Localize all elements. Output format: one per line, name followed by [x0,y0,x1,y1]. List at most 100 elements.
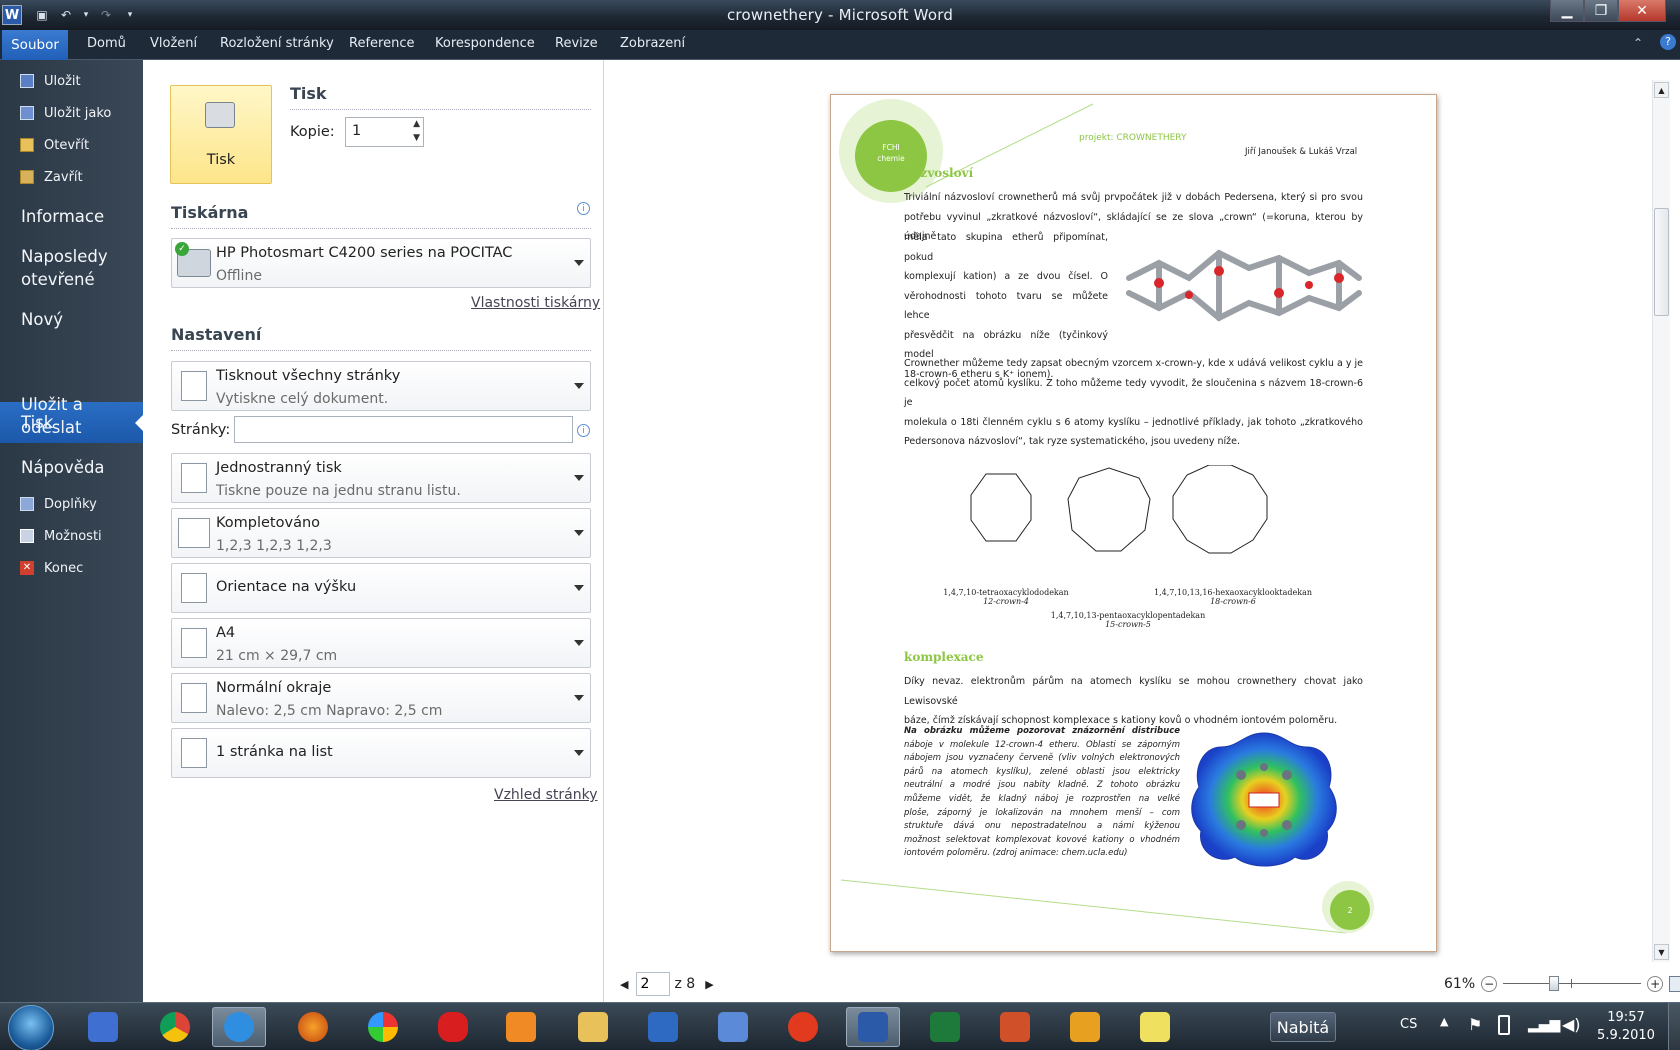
tab-review[interactable]: Revize [555,36,598,51]
zoom-slider[interactable] [1501,976,1643,992]
tab-file[interactable]: Soubor [2,30,68,60]
close-button[interactable]: ✕ [1618,0,1666,22]
page-number-input[interactable] [636,972,671,996]
start-button[interactable] [8,1005,54,1050]
chevron-down-icon [574,530,584,541]
decrement-icon[interactable]: ▼ [413,133,420,143]
nav-save[interactable]: Uložit [20,70,81,92]
minimize-button[interactable]: ▁ [1550,0,1584,22]
previous-page-icon[interactable]: ◀ [620,978,628,991]
nav-exit[interactable]: ✕ Konec [20,557,83,579]
taskbar-picasa[interactable] [356,1007,410,1047]
show-desktop-button[interactable] [1668,1003,1680,1050]
scroll-up-icon[interactable]: ▲ [1654,82,1669,98]
clock[interactable]: 19:57 5.9.2010 [1596,1009,1656,1045]
paragraph-complexation: Díky nevaz. elektronům párům na atomech … [904,672,1363,731]
page-setup-link[interactable]: Vzhled stránky [494,787,598,803]
next-page-icon[interactable]: ▶ [705,978,713,991]
taskbar-outlook[interactable] [1058,1007,1112,1047]
printer-dropdown[interactable]: ✓ HP Photosmart C4200 series na POCITAC … [171,238,591,288]
nav-options[interactable]: Možnosti [20,525,102,547]
zoom-in-icon[interactable]: + [1647,976,1664,992]
nav-save-label: Uložit [44,73,81,89]
nav-recent-label-1: Naposledy [21,247,108,266]
restore-button[interactable]: ❐ [1584,0,1618,22]
tab-references[interactable]: Reference [349,36,414,51]
text-line: molekula o 18ti členném cyklu s 6 atomy … [904,416,1363,428]
tab-view[interactable]: Zobrazení [620,36,685,51]
logo-top-text: FCHI [882,143,900,152]
copies-value: 1 [352,123,362,139]
remote-desktop-icon [88,1012,118,1042]
nav-info[interactable]: Informace [21,205,104,228]
excel-icon [930,1012,960,1042]
minimize-ribbon-icon[interactable]: ⌃ [1633,36,1643,50]
sides-dropdown[interactable]: Jednostranný tisk Tiskne pouze na jednu … [171,453,591,503]
pages-input[interactable] [234,416,573,443]
battery-status[interactable]: Nabitá [1270,1012,1336,1042]
taskbar-chrome[interactable] [148,1007,202,1047]
nav-help[interactable]: Nápověda [21,456,105,479]
printer-properties-link[interactable]: Vlastnosti tiskárny [471,295,600,311]
taskbar-ie[interactable] [212,1007,266,1047]
taskbar-notes[interactable] [1128,1007,1182,1047]
one-sided-icon [181,463,207,493]
paper-size-dropdown[interactable]: A4 21 cm × 29,7 cm [171,618,591,668]
orientation-dropdown[interactable]: Orientace na výšku [171,563,591,613]
margins-dropdown[interactable]: Normální okraje Nalevo: 2,5 cm Napravo: … [171,673,591,723]
action-center-flag-icon[interactable]: ⚑ [1468,1015,1482,1034]
language-indicator[interactable]: CS [1400,1017,1417,1032]
taskbar-explorer[interactable] [566,1007,620,1047]
copies-stepper[interactable]: 1 ▲ ▼ [345,117,424,147]
taskbar-media-player[interactable] [494,1007,548,1047]
printer-icon [205,102,235,128]
zoom-slider-thumb[interactable] [1549,976,1560,991]
nav-save-as[interactable]: Uložit jako [20,102,111,124]
nav-save-send[interactable]: Uložit a odeslat [21,393,83,439]
taskbar-remote-desktop[interactable] [76,1007,130,1047]
pages-per-sheet-dropdown[interactable]: 1 stránka na list [171,728,591,778]
taskbar-excel[interactable] [918,1007,972,1047]
print-range-dropdown[interactable]: Tisknout všechny stránky Vytiskne celý d… [171,361,591,411]
zoom-to-page-icon[interactable] [1669,976,1680,992]
battery-icon[interactable] [1498,1015,1510,1035]
taskbar-powerpoint[interactable] [988,1007,1042,1047]
network-icon[interactable]: ▂▄▆ [1528,1017,1560,1033]
collate-dropdown[interactable]: Kompletováno 1,2,3 1,2,3 1,2,3 [171,508,591,558]
text-line: iontovém poloměru. (zdroj animace: chem.… [904,848,1128,859]
vertical-scrollbar[interactable]: ▲ ▼ [1652,80,1670,962]
taskbar-firefox[interactable] [286,1007,340,1047]
pages-per-sheet-title: 1 stránka na list [216,744,333,760]
taskbar-app-red[interactable] [426,1007,480,1047]
zoom-slider-mid-tick [1571,979,1573,988]
tab-home[interactable]: Domů [87,36,126,51]
nav-addins[interactable]: Doplňky [20,493,97,515]
info-icon[interactable]: i [577,424,590,437]
increment-icon[interactable]: ▲ [413,119,420,129]
show-hidden-icons-icon[interactable]: ▲ [1440,1015,1448,1028]
zoom-level[interactable]: 61% [1444,976,1475,992]
info-icon[interactable]: i [577,202,590,215]
nav-open[interactable]: Otevřít [20,134,89,156]
nav-close[interactable]: Zavřít [20,166,83,188]
nav-new[interactable]: Nový [21,308,63,331]
tab-insert[interactable]: Vložení [150,36,197,51]
scroll-thumb[interactable] [1654,208,1669,316]
tab-page-layout[interactable]: Rozložení stránky [220,36,334,51]
volume-icon[interactable]: ◀) [1562,1015,1581,1034]
nav-recent[interactable]: Naposledy otevřené [21,245,108,291]
margins-title: Normální okraje [216,680,332,696]
taskbar-avast[interactable] [776,1007,830,1047]
zoom-out-icon[interactable]: − [1481,976,1498,992]
taskbar-app-blue-1[interactable] [636,1007,690,1047]
nav-options-label: Možnosti [44,528,102,544]
nav-recent-label-2: otevřené [21,270,95,289]
help-icon[interactable]: ? [1660,34,1676,50]
print-button[interactable]: Tisk [170,85,272,184]
paragraph-charge-distribution: Na obrázku můžeme pozorovat znázornění d… [904,725,1180,861]
taskbar-app-blue-2[interactable] [706,1007,760,1047]
taskbar-word[interactable] [846,1007,900,1047]
text-line: Díky nevaz. elektronům párům na atomech … [904,676,1363,707]
scroll-down-icon[interactable]: ▼ [1654,944,1669,960]
tab-mailings[interactable]: Korespondence [435,36,535,51]
